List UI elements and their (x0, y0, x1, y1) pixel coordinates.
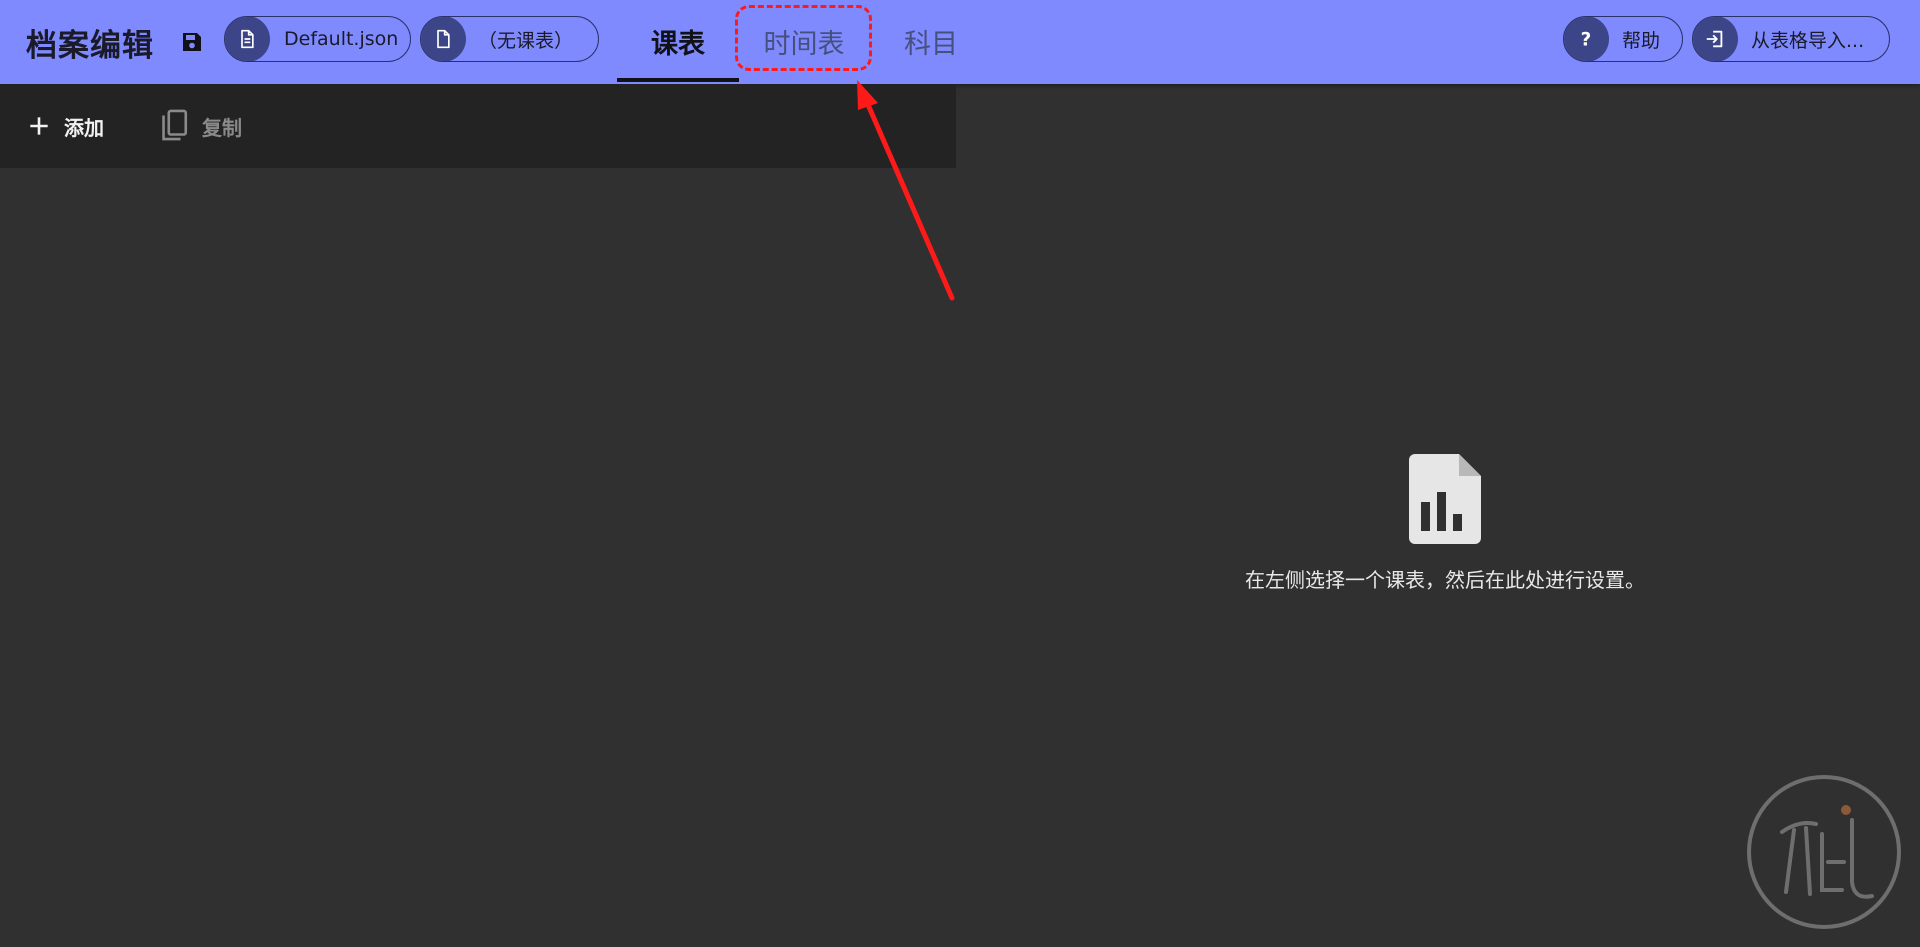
copy-icon (162, 109, 188, 141)
help-button[interactable]: ? 帮助 (1563, 16, 1683, 62)
file-selector-button[interactable]: Default.json (224, 16, 411, 62)
import-icon (1693, 17, 1738, 61)
add-button[interactable]: 添加 (26, 106, 104, 146)
file-icon (421, 17, 466, 61)
help-label: 帮助 (1622, 29, 1661, 52)
empty-state: 在左侧选择一个课表，然后在此处进行设置。 (1180, 452, 1710, 593)
chart-file-icon (1409, 454, 1481, 544)
copy-label: 复制 (202, 115, 242, 140)
watermark-logo-icon (1747, 775, 1901, 929)
list-toolbar: 添加 复制 (0, 84, 956, 168)
import-label: 从表格导入... (1751, 29, 1865, 52)
file-selector-label: Default.json (284, 28, 399, 50)
app-title: 档案编辑 (26, 28, 154, 64)
question-icon: ? (1564, 17, 1609, 61)
copy-button[interactable]: 复制 (158, 106, 242, 146)
add-label: 添加 (64, 115, 104, 140)
tab-timetable[interactable]: 时间表 (740, 18, 868, 64)
app-header: 档案编辑 Default.json （无课表） 课表 时间表 科目 ? 帮助 从… (0, 0, 1920, 84)
active-tab-indicator (617, 78, 739, 82)
empty-state-message: 在左侧选择一个课表，然后在此处进行设置。 (1245, 568, 1645, 592)
schedule-selector-button[interactable]: （无课表） (420, 16, 599, 62)
schedule-selector-label: （无课表） (478, 29, 574, 52)
save-icon (183, 33, 201, 51)
tab-subjects[interactable]: 科目 (880, 18, 982, 64)
import-from-table-button[interactable]: 从表格导入... (1692, 16, 1890, 62)
plus-icon (30, 117, 48, 135)
file-text-icon (225, 17, 270, 61)
tab-classes[interactable]: 课表 (617, 18, 739, 64)
save-button[interactable] (174, 24, 210, 60)
svg-text:?: ? (1581, 29, 1592, 50)
